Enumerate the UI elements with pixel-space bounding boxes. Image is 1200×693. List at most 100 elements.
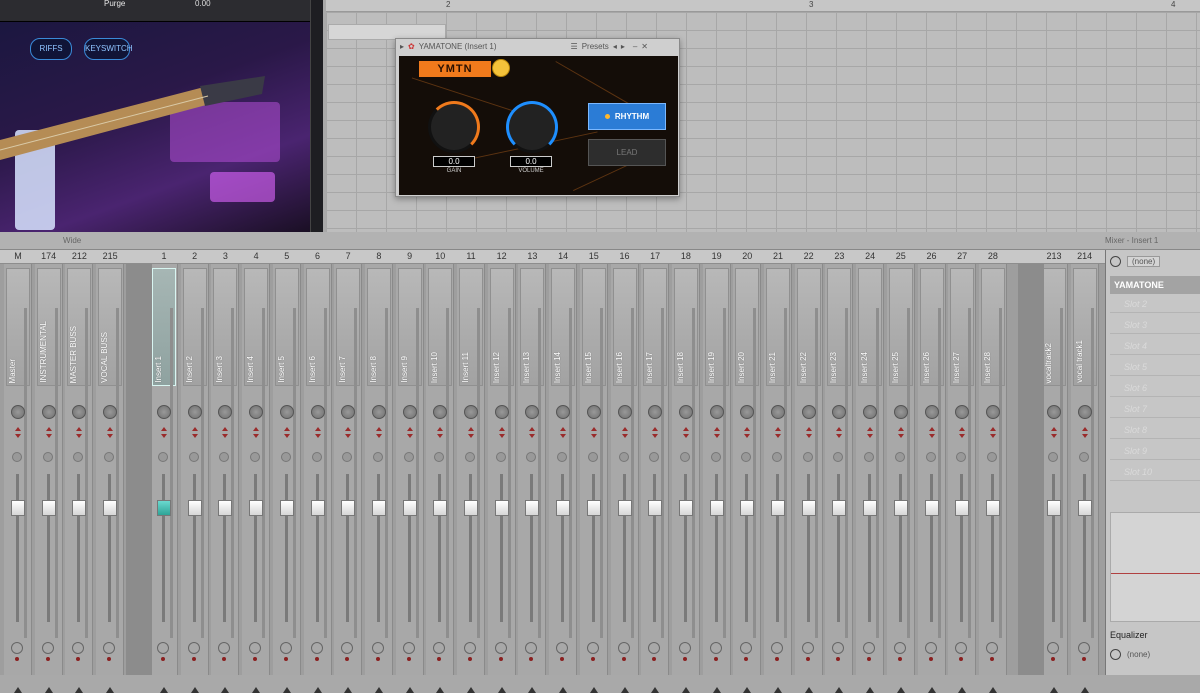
mixer-track[interactable]: Insert 28 bbox=[978, 264, 1007, 693]
mixer-track[interactable]: Insert 22 bbox=[794, 264, 823, 693]
route-dot[interactable] bbox=[107, 657, 112, 661]
volume-fader[interactable] bbox=[72, 500, 87, 516]
pan-knob[interactable] bbox=[464, 405, 478, 419]
route-dot[interactable] bbox=[253, 657, 258, 661]
record-arm-icon[interactable] bbox=[433, 642, 446, 654]
route-arrows-icon[interactable] bbox=[253, 427, 260, 439]
route-dot[interactable] bbox=[836, 657, 841, 661]
pan-knob[interactable] bbox=[863, 405, 878, 419]
record-arm-icon[interactable] bbox=[525, 642, 538, 654]
pan-knob[interactable] bbox=[771, 405, 785, 419]
record-arm-icon[interactable] bbox=[1047, 642, 1059, 654]
lead-button[interactable]: LEAD bbox=[588, 139, 666, 166]
route-arrows-icon[interactable] bbox=[713, 427, 720, 439]
route-dot[interactable] bbox=[191, 657, 196, 661]
pan-knob[interactable] bbox=[402, 405, 417, 419]
route-triangle-icon[interactable] bbox=[804, 687, 813, 693]
route-dot[interactable] bbox=[314, 657, 319, 661]
record-arm-icon[interactable] bbox=[494, 642, 507, 654]
mixer-track[interactable]: Insert 7 bbox=[334, 264, 363, 693]
volume-fader[interactable] bbox=[464, 500, 478, 516]
record-arm-icon[interactable] bbox=[341, 642, 354, 654]
route-triangle-icon[interactable] bbox=[958, 687, 967, 693]
mixer-track[interactable]: Insert 11 bbox=[457, 264, 485, 693]
record-arm-icon[interactable] bbox=[893, 642, 906, 654]
route-triangle-icon[interactable] bbox=[1050, 687, 1058, 693]
route-triangle-icon[interactable] bbox=[160, 687, 168, 693]
route-triangle-icon[interactable] bbox=[436, 687, 445, 693]
fx-slot[interactable]: Slot 9 bbox=[1110, 443, 1200, 460]
pan-knob[interactable] bbox=[371, 405, 386, 419]
plugin-window[interactable]: ▸ ✿ YAMATONE (Insert 1) ☰ Presets ◂ ▸ – … bbox=[395, 38, 680, 197]
route-dot[interactable] bbox=[682, 657, 687, 661]
volume-fader[interactable] bbox=[617, 500, 632, 516]
route-arrows-icon[interactable] bbox=[222, 427, 229, 439]
volume-fader[interactable] bbox=[648, 500, 663, 516]
record-arm-icon[interactable] bbox=[371, 642, 384, 654]
route-dot[interactable] bbox=[161, 657, 165, 661]
next-preset-icon[interactable]: ▸ bbox=[621, 42, 625, 51]
stereo-knob[interactable] bbox=[802, 452, 813, 462]
stereo-knob[interactable] bbox=[587, 452, 598, 462]
route-dot[interactable] bbox=[15, 657, 19, 661]
volume-fader[interactable] bbox=[494, 500, 509, 516]
route-dot[interactable] bbox=[775, 657, 779, 661]
pan-knob[interactable] bbox=[41, 405, 56, 419]
stereo-knob[interactable] bbox=[73, 452, 84, 462]
riffs-button[interactable]: RIFFS bbox=[30, 38, 72, 60]
route-triangle-icon[interactable] bbox=[743, 687, 752, 693]
stereo-knob[interactable] bbox=[894, 452, 905, 462]
pan-knob[interactable] bbox=[709, 405, 724, 419]
record-arm-icon[interactable] bbox=[11, 642, 23, 654]
record-arm-icon[interactable] bbox=[464, 642, 476, 654]
route-triangle-icon[interactable] bbox=[313, 687, 322, 693]
record-arm-icon[interactable] bbox=[218, 642, 231, 654]
route-dot[interactable] bbox=[897, 657, 902, 661]
route-dot[interactable] bbox=[928, 657, 933, 661]
record-arm-icon[interactable] bbox=[863, 642, 876, 654]
route-triangle-icon[interactable] bbox=[927, 687, 936, 693]
route-triangle-icon[interactable] bbox=[559, 687, 568, 693]
pan-knob[interactable] bbox=[985, 405, 1000, 419]
route-dot[interactable] bbox=[621, 657, 626, 661]
route-arrows-icon[interactable] bbox=[437, 427, 444, 439]
pan-knob[interactable] bbox=[1047, 405, 1061, 419]
mixer-track[interactable]: VOCAL BUSS bbox=[96, 264, 125, 693]
route-arrows-icon[interactable] bbox=[867, 427, 874, 439]
minimize-icon[interactable]: – bbox=[633, 42, 637, 51]
route-triangle-icon[interactable] bbox=[344, 687, 353, 693]
pan-knob[interactable] bbox=[72, 405, 87, 419]
stereo-knob[interactable] bbox=[104, 452, 115, 462]
stereo-knob[interactable] bbox=[158, 452, 168, 462]
pan-knob[interactable] bbox=[586, 405, 601, 419]
mixer-toolbar[interactable]: Wide Mixer - Insert 1 bbox=[0, 232, 1200, 250]
volume-fader[interactable] bbox=[771, 500, 785, 516]
stereo-knob[interactable] bbox=[526, 452, 537, 462]
route-arrows-icon[interactable] bbox=[107, 427, 114, 439]
volume-fader[interactable] bbox=[402, 500, 417, 516]
stereo-knob[interactable] bbox=[772, 452, 782, 462]
record-arm-icon[interactable] bbox=[157, 642, 169, 654]
route-triangle-icon[interactable] bbox=[374, 687, 383, 693]
route-arrows-icon[interactable] bbox=[406, 427, 413, 439]
mixer-track[interactable]: Insert 9 bbox=[395, 264, 424, 693]
record-arm-icon[interactable] bbox=[924, 642, 937, 654]
stereo-knob[interactable] bbox=[219, 452, 230, 462]
route-triangle-icon[interactable] bbox=[896, 687, 905, 693]
plugin-gear-icon[interactable]: ✿ bbox=[408, 42, 415, 51]
volume-fader[interactable] bbox=[955, 500, 970, 516]
volume-fader[interactable] bbox=[678, 500, 693, 516]
route-arrows-icon[interactable] bbox=[560, 427, 567, 439]
record-arm-icon[interactable] bbox=[832, 642, 845, 654]
fx-slot[interactable]: Slot 5 bbox=[1110, 359, 1200, 376]
route-dot[interactable] bbox=[468, 657, 472, 661]
volume-fader[interactable] bbox=[893, 500, 908, 516]
route-dot[interactable] bbox=[652, 657, 657, 661]
route-arrows-icon[interactable] bbox=[928, 427, 935, 439]
stereo-knob[interactable] bbox=[372, 452, 383, 462]
route-arrows-icon[interactable] bbox=[498, 427, 505, 439]
mixer-track[interactable]: Insert 8 bbox=[364, 264, 393, 693]
route-dot[interactable] bbox=[222, 657, 227, 661]
record-arm-icon[interactable] bbox=[709, 642, 722, 654]
route-arrows-icon[interactable] bbox=[76, 427, 83, 439]
